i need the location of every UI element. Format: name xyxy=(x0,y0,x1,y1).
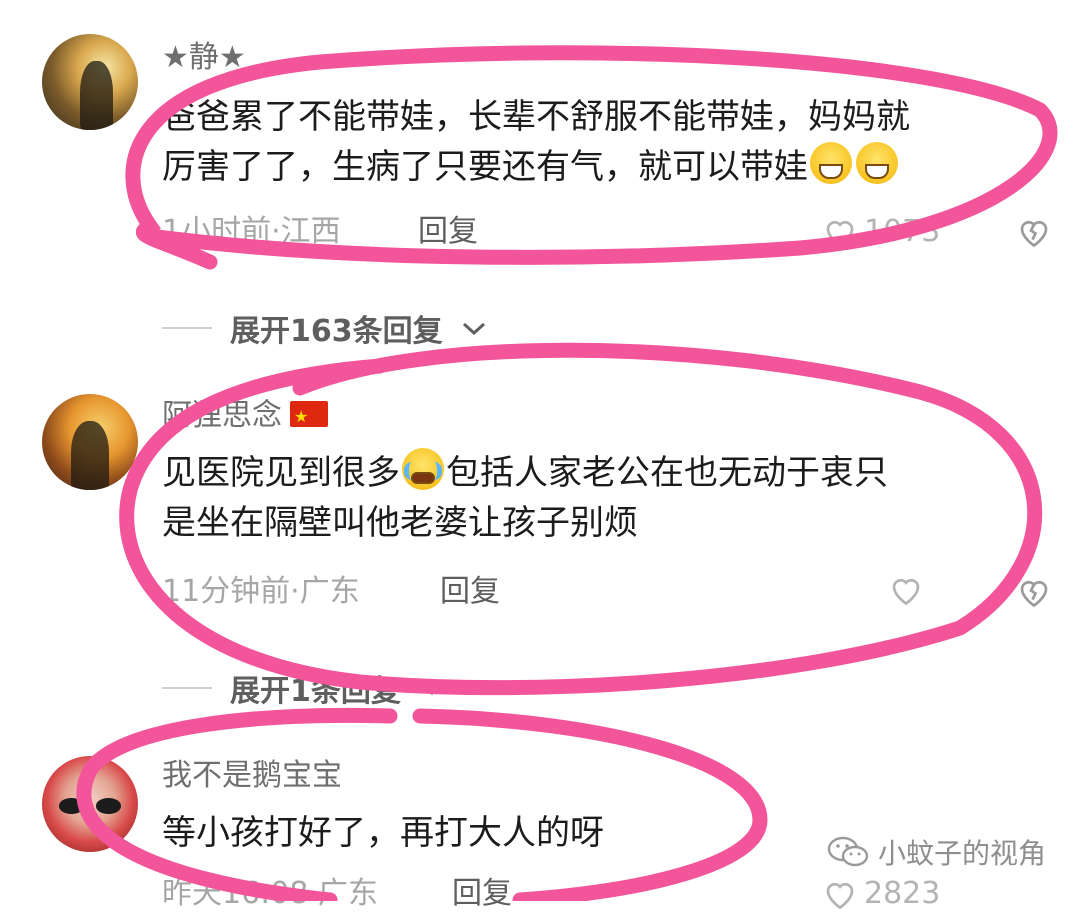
comment-meta: 昨天16:08·广东 xyxy=(162,876,378,911)
comment-text-line: 厉害了了，生病了只要还有气，就可以带娃 xyxy=(162,142,1047,192)
crying-laughing-emoji-icon xyxy=(402,448,444,490)
china-flag-icon xyxy=(290,397,328,437)
heart-icon xyxy=(826,220,854,248)
comment-username[interactable]: 阿狸思念 xyxy=(162,396,328,437)
wechat-icon xyxy=(827,836,869,867)
reply-button[interactable]: 回复 xyxy=(440,572,500,612)
comment-meta: 11分钟前·广东 xyxy=(162,574,360,609)
grin-emoji-icon xyxy=(856,142,898,184)
heart-icon xyxy=(826,882,854,910)
reply-button[interactable]: 回复 xyxy=(418,212,478,252)
expand-replies[interactable]: 展开1条回复 xyxy=(162,666,445,710)
like-count: 2823 xyxy=(864,876,941,911)
broken-heart-icon[interactable] xyxy=(1016,214,1052,250)
comment-meta: 1小时前·江西 xyxy=(162,214,341,249)
comment-text: 见医院见到很多 包括人家老公在也无动于衷只 是坐在隔壁叫他老婆让孩子别烦 xyxy=(162,448,1047,548)
avatar[interactable] xyxy=(42,756,138,852)
like-button[interactable] xyxy=(888,572,930,608)
watermark-text: 小蚊子的视角 xyxy=(877,837,1046,870)
comment-text-line: 见医院见到很多 包括人家老公在也无动于衷只 xyxy=(162,448,1047,498)
heart-icon xyxy=(892,578,920,606)
broken-heart-icon[interactable] xyxy=(1016,574,1052,610)
expand-replies[interactable]: 展开163条回复 xyxy=(162,306,487,350)
reply-button[interactable]: 回复 xyxy=(452,874,512,914)
divider xyxy=(162,327,212,329)
comment-text: 爸爸累了不能带娃，长辈不舒服不能带娃，妈妈就 厉害了了，生病了只要还有气，就可以… xyxy=(162,92,1047,192)
avatar[interactable] xyxy=(42,394,138,490)
watermark: 小蚊子的视角 xyxy=(826,832,1046,872)
like-button[interactable]: 1073 xyxy=(822,212,940,252)
like-count: 1073 xyxy=(864,214,941,249)
chevron-down-icon xyxy=(462,322,485,336)
expand-replies-label: 展开1条回复 xyxy=(230,674,401,709)
comment-text-line: 是坐在隔壁叫他老婆让孩子别烦 xyxy=(162,503,638,543)
divider xyxy=(162,687,212,689)
expand-replies-label: 展开163条回复 xyxy=(230,314,443,349)
comment-text-line: 爸爸累了不能带娃，长辈不舒服不能带娃，妈妈就 xyxy=(162,97,910,137)
comment-username[interactable]: ★静★ xyxy=(162,38,246,78)
avatar[interactable] xyxy=(42,34,138,130)
like-button[interactable]: 2823 xyxy=(822,874,940,914)
chevron-down-icon xyxy=(420,682,443,696)
comment-username[interactable]: 我不是鹅宝宝 xyxy=(162,756,342,796)
grin-emoji-icon xyxy=(810,142,852,184)
